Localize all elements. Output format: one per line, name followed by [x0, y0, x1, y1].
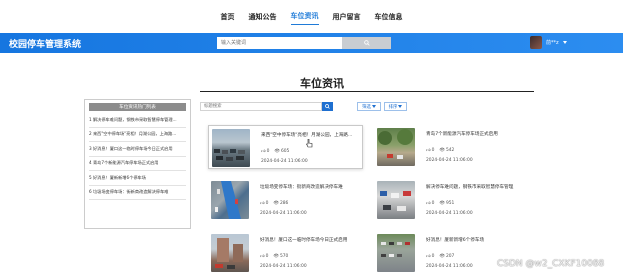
news-date: 2024-04-24 11:06:00: [261, 159, 308, 164]
news-card[interactable]: 解决停车难问题，钢铁市采取智慧停车管理 👍︎ 0 👁︎ 951 2024-04-24…: [374, 178, 529, 222]
search-button[interactable]: [342, 37, 391, 49]
sort-dropdown[interactable]: 排序: [384, 102, 407, 111]
news-thumbnail: [211, 234, 249, 272]
sidebar-heading: 车位资讯热门列表: [89, 103, 186, 111]
avatar: [530, 36, 542, 49]
news-title[interactable]: 好消息！厦新新增6个停车场: [426, 237, 528, 243]
view-count: 570: [279, 254, 289, 259]
news-title[interactable]: 垃圾场变停车场：街新商改造解决停车难: [260, 184, 362, 190]
news-stats: 👍︎ 0 👁︎ 286: [260, 201, 288, 206]
sidebar-item[interactable]: 2 来西"空中停车场"亮相！月湖公园，上海路...: [89, 128, 186, 142]
view-count: 286: [279, 201, 289, 206]
news-title[interactable]: 好消息！厦口这一临时停车场今日正式启用: [260, 237, 362, 243]
thumbs-up-icon[interactable]: 👍︎: [426, 254, 431, 259]
news-thumbnail: [377, 234, 415, 272]
like-count: 0: [266, 149, 270, 154]
thumbs-up-icon[interactable]: 👍︎: [426, 201, 431, 206]
nav-notices[interactable]: 通知公告: [249, 9, 277, 25]
user-menu[interactable]: 前**z: [530, 36, 567, 49]
view-count: 605: [280, 149, 290, 154]
news-date: 2024-04-24 11:06:00: [426, 211, 473, 216]
news-stats: 👍︎ 0 👁︎ 570: [260, 254, 288, 259]
eye-icon: 👁︎: [273, 254, 279, 259]
news-stats: 👍︎ 0 👁︎ 605: [261, 149, 289, 154]
news-title[interactable]: 青岛7个新能源汽车停车场正式启用: [426, 131, 528, 137]
like-count: 0: [431, 148, 435, 153]
nav-parking-news[interactable]: 车位资讯: [290, 8, 319, 25]
sort-dropdown-label: 排序: [388, 104, 398, 110]
news-thumbnail: [211, 181, 249, 219]
search-icon: [325, 104, 330, 109]
eye-icon: 👁︎: [439, 148, 445, 153]
news-stats: 👍︎ 0 👁︎ 951: [426, 201, 454, 206]
header-bar: 校园停车管理系统 前**z: [0, 33, 623, 53]
like-count: 0: [265, 254, 269, 259]
news-thumbnail: [212, 129, 250, 167]
page-title: 车位资讯: [300, 77, 344, 90]
filter-search-button[interactable]: [322, 102, 333, 111]
title-search-input[interactable]: [200, 102, 322, 111]
news-date: 2024-04-24 11:06:00: [260, 264, 307, 269]
filter-dropdown[interactable]: 筛选: [357, 102, 381, 111]
news-stats: 👍︎ 0 👁︎ 207: [426, 254, 454, 259]
like-count: 0: [431, 201, 435, 206]
sidebar-item[interactable]: 4 青岛7个新能源汽车停车场正式启用: [89, 157, 186, 171]
news-card[interactable]: 垃圾场变停车场：街新商改造解决停车难 👍︎ 0 👁︎ 286 2024-04-24 …: [208, 178, 363, 222]
sidebar-item[interactable]: 3 好消息！厦口这一临时停车场今日正式启用: [89, 142, 186, 157]
user-name: 前**z: [546, 40, 559, 46]
news-date: 2024-04-24 11:06:00: [426, 158, 473, 163]
view-count: 207: [445, 254, 455, 259]
view-count: 542: [445, 148, 455, 153]
search-input[interactable]: [217, 37, 342, 49]
eye-icon: 👁︎: [273, 201, 279, 206]
news-card[interactable]: 来西"空中停车场"亮相！月湖公园，上海路... 👍︎ 0 👁︎ 605 2024-0…: [208, 125, 363, 169]
sidebar-item[interactable]: 5 好消息！厦新新增6个停车场: [89, 171, 186, 186]
filter-dropdown-label: 筛选: [362, 104, 371, 110]
thumbs-up-icon[interactable]: 👍︎: [426, 148, 431, 153]
eye-icon: 👁︎: [439, 201, 445, 206]
sidebar-item[interactable]: 1 解决停车难问题，钢铁市采取智慧停车管理...: [89, 113, 186, 128]
chevron-down-icon: [562, 41, 567, 44]
sidebar-hot-list: 车位资讯热门列表 1 解决停车难问题，钢铁市采取智慧停车管理... 2 来西"空…: [84, 99, 191, 229]
news-thumbnail: [377, 128, 415, 166]
news-title[interactable]: 解决停车难问题，钢铁市采取智慧停车管理: [426, 184, 528, 190]
top-nav: 首页 通知公告 车位资讯 用户留言 车位信息: [0, 0, 623, 33]
hand-cursor-icon: [306, 139, 313, 148]
news-card[interactable]: 青岛7个新能源汽车停车场正式启用 👍︎ 0 👁︎ 542 2024-04-24 11…: [374, 125, 529, 169]
news-thumbnail: [377, 181, 415, 219]
road-aerial-image: [215, 181, 241, 219]
site-logo[interactable]: 校园停车管理系统: [9, 37, 81, 50]
cars-street-image: [380, 191, 411, 211]
building-image: [215, 238, 243, 269]
chevron-down-icon: [371, 105, 376, 108]
eye-icon: 👁︎: [274, 149, 280, 154]
page: 首页 通知公告 车位资讯 用户留言 车位信息 校园停车管理系统 前**z 车位资…: [0, 0, 623, 276]
watermark: CSDN @w2_CXKF10088: [497, 259, 605, 269]
news-card[interactable]: 好消息！厦口这一临时停车场今日正式启用 👍︎ 0 👁︎ 570 2024-04-24…: [208, 231, 363, 275]
like-count: 0: [431, 254, 435, 259]
eye-icon: 👁︎: [439, 254, 445, 259]
view-count: 951: [445, 201, 455, 206]
thumbs-up-icon[interactable]: 👍︎: [261, 149, 266, 154]
street-trees-image: [378, 129, 413, 159]
news-date: 2024-04-24 11:06:00: [426, 264, 473, 269]
like-count: 0: [265, 201, 269, 206]
nav-parking-info[interactable]: 车位信息: [375, 9, 403, 25]
nav-home[interactable]: 首页: [221, 9, 235, 25]
nav-messages[interactable]: 用户留言: [333, 9, 361, 25]
search-icon: [363, 40, 370, 46]
parking-lot-image: [214, 149, 245, 161]
thumbs-up-icon[interactable]: 👍︎: [260, 201, 265, 206]
sidebar-item[interactable]: 6 垃圾场变停车场：街新商改造解决停车难: [89, 186, 186, 200]
thumbs-up-icon[interactable]: 👍︎: [260, 254, 265, 259]
lot-aerial-image: [381, 242, 410, 257]
news-stats: 👍︎ 0 👁︎ 542: [426, 148, 454, 153]
news-date: 2024-04-24 11:06:00: [260, 211, 307, 216]
chevron-down-icon: [398, 105, 403, 108]
title-divider: [200, 91, 534, 92]
news-title[interactable]: 来西"空中停车场"亮相！月湖公园，上海路...: [261, 132, 362, 138]
